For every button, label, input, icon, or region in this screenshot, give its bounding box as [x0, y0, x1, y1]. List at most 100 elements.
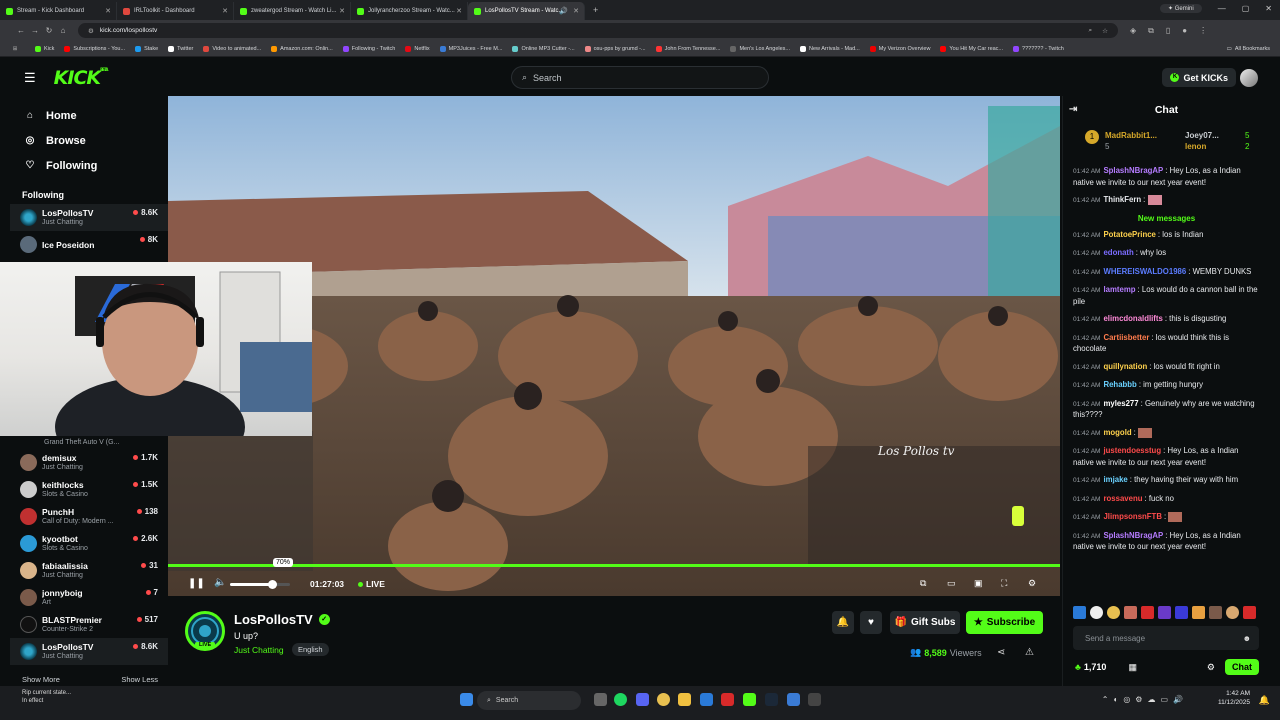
discord-icon[interactable]: [636, 693, 649, 706]
channel-name[interactable]: LosPollosTV: [234, 612, 313, 627]
browser-tab[interactable]: Stream - Kick Dashboard ✕: [0, 2, 117, 20]
pause-icon[interactable]: ❚❚: [188, 578, 205, 589]
close-tab-icon[interactable]: ✕: [222, 7, 228, 15]
emote-icon[interactable]: [1107, 605, 1120, 619]
bookmark-item[interactable]: John From Tennesse...: [651, 45, 726, 52]
user-avatar[interactable]: [1240, 69, 1258, 87]
url-field[interactable]: ⚙ kick.com/lospollostv ⌕ ☆: [78, 23, 1118, 38]
forward-icon[interactable]: →: [28, 26, 42, 35]
emote-icon[interactable]: [1192, 605, 1205, 619]
nav-browse[interactable]: ◎ Browse: [10, 128, 168, 153]
chat-settings-icon[interactable]: ⚙: [1207, 662, 1215, 673]
fullscreen-icon[interactable]: ⛶: [1001, 578, 1007, 589]
gift-shop-icon[interactable]: ▦: [1128, 662, 1137, 673]
stream-category-link[interactable]: Just Chatting: [234, 645, 284, 655]
notification-bell-icon[interactable]: 🔔: [1259, 695, 1270, 706]
home-page-icon[interactable]: ⌂: [56, 26, 70, 35]
sidebar-channel[interactable]: LosPollosTV Just Chatting 8.6K: [10, 638, 168, 665]
notifications-button[interactable]: 🔔: [832, 611, 854, 634]
get-kicks-button[interactable]: K Get KICKs: [1162, 68, 1236, 87]
app-icon[interactable]: [787, 693, 800, 706]
chrome-icon[interactable]: [657, 693, 670, 706]
bookmark-item[interactable]: Stake: [130, 45, 163, 52]
volume-icon[interactable]: 🔈: [214, 577, 226, 588]
apps-grid-icon[interactable]: ⊞: [0, 46, 30, 52]
language-tag[interactable]: English: [292, 643, 329, 656]
share-icon[interactable]: ⋖: [997, 647, 1005, 658]
bookmark-item[interactable]: Twitter: [163, 45, 198, 52]
close-tab-icon[interactable]: ✕: [105, 7, 111, 15]
bookmark-item[interactable]: Men's Los Angeles...: [725, 45, 795, 52]
bookmark-item[interactable]: Online MP3 Cutter -...: [507, 45, 579, 52]
bookmark-item[interactable]: Following - Twitch: [338, 45, 401, 52]
task-view-icon[interactable]: [594, 693, 607, 706]
sidebar-channel[interactable]: Ice Poseidon 8K: [10, 231, 168, 258]
bookmark-item[interactable]: Kick: [30, 45, 59, 52]
sidebar-channel[interactable]: LosPollosTV Just Chatting 8.6K: [10, 204, 168, 231]
app-icon[interactable]: [721, 693, 734, 706]
bookmark-item[interactable]: Amazon.com: Onlin...: [266, 45, 338, 52]
gemini-button[interactable]: ✦ Gemini: [1160, 4, 1202, 13]
file-explorer-icon[interactable]: [678, 693, 691, 706]
bookmark-item[interactable]: Netflix: [400, 45, 434, 52]
system-tray-icons[interactable]: ⌃◐◎⚙☁▭🔊: [1102, 695, 1188, 704]
all-bookmarks-button[interactable]: ▭ All Bookmarks: [1222, 46, 1280, 52]
site-info-icon[interactable]: ⚙: [88, 27, 94, 35]
bookmark-item[interactable]: ??????? - Twitch: [1008, 45, 1069, 52]
follow-button[interactable]: ♥: [860, 611, 882, 634]
leaderboard-name[interactable]: MadRabbit1...: [1105, 130, 1157, 141]
send-chat-button[interactable]: Chat: [1225, 659, 1259, 675]
settings-gear-icon[interactable]: ⚙: [1028, 578, 1036, 589]
collapse-chat-icon[interactable]: ⇥: [1069, 104, 1077, 115]
show-more-button[interactable]: Show More: [22, 675, 60, 686]
menu-icon[interactable]: ☰: [24, 70, 36, 86]
sidebar-channel[interactable]: keithlocks Slots & Casino 1.5K: [10, 476, 168, 503]
new-messages-divider[interactable]: New messages: [1063, 214, 1270, 223]
close-tab-icon[interactable]: ✕: [573, 7, 579, 15]
browser-tab[interactable]: zweatergod Stream - Watch Li... ✕: [234, 2, 351, 20]
kick-app-icon[interactable]: [743, 693, 756, 706]
sidebar-channel[interactable]: demisux Just Chatting 1.7K: [10, 449, 168, 476]
new-tab-button[interactable]: +: [593, 5, 598, 15]
emote-icon[interactable]: [1175, 605, 1188, 619]
bookmark-item[interactable]: My Verizon Overview: [865, 45, 936, 52]
emote-icon[interactable]: [1141, 605, 1154, 619]
volume-slider[interactable]: [230, 580, 290, 589]
browser-menu-icon[interactable]: ⋮: [1199, 26, 1207, 36]
close-tab-icon[interactable]: ✕: [456, 7, 462, 15]
picture-in-picture-icon[interactable]: ⧉: [920, 578, 926, 589]
show-less-button[interactable]: Show Less: [121, 675, 158, 686]
emoji-picker-icon[interactable]: ☻: [1243, 634, 1251, 643]
nav-home[interactable]: ⌂ Home: [10, 103, 168, 128]
taskbar-search[interactable]: ⌕ Search: [477, 691, 581, 710]
sidebar-channel[interactable]: jonnyboig Art 7: [10, 584, 168, 611]
subscribe-button[interactable]: ★ Subscribe: [966, 611, 1043, 634]
spotify-icon[interactable]: [614, 693, 627, 706]
clip-icon[interactable]: ▣: [974, 578, 983, 589]
chat-message-input[interactable]: Send a message ☻: [1073, 626, 1259, 650]
taskbar-notification[interactable]: Rip current state... In effect: [22, 689, 71, 705]
extension-icon[interactable]: ◈: [1130, 26, 1136, 36]
sidebar-channel[interactable]: kyootbot Slots & Casino 2.6K: [10, 530, 168, 557]
close-window-icon[interactable]: ✕: [1265, 4, 1272, 13]
sidebar-channel[interactable]: BLASTPremier Counter-Strike 2 517: [10, 611, 168, 638]
emote-icon[interactable]: [1090, 605, 1103, 619]
live-indicator[interactable]: LIVE: [358, 579, 385, 589]
search-input[interactable]: ⌕ Search: [511, 66, 769, 89]
emote-icon[interactable]: [1209, 605, 1222, 619]
reload-icon[interactable]: ↻: [42, 26, 56, 35]
bookmark-item[interactable]: MP3Juices - Free M...: [435, 45, 508, 52]
kicks-balance[interactable]: ♣ 1,710: [1075, 662, 1106, 672]
taskbar-clock[interactable]: 1:42 AM 11/12/2025: [1218, 689, 1250, 707]
bookmark-star-icon[interactable]: ☆: [1102, 27, 1108, 35]
audio-icon[interactable]: 🔊: [559, 7, 568, 15]
bookmark-item[interactable]: You Hit My Car reac...: [935, 45, 1008, 52]
emote-icon[interactable]: [1158, 605, 1171, 619]
browser-tab-active[interactable]: LosPollosTV Stream - Watc... 🔊 ✕: [468, 2, 585, 20]
bookmark-item[interactable]: Video to animated...: [198, 45, 266, 52]
bookmark-item[interactable]: osu-pps by grumd -...: [580, 45, 651, 52]
maximize-icon[interactable]: ▢: [1242, 4, 1250, 13]
browser-tab[interactable]: IRLToolkit - Dashboard ✕: [117, 2, 234, 20]
emote-icon[interactable]: [1243, 605, 1256, 619]
nav-following[interactable]: ♡ Following: [10, 153, 168, 178]
